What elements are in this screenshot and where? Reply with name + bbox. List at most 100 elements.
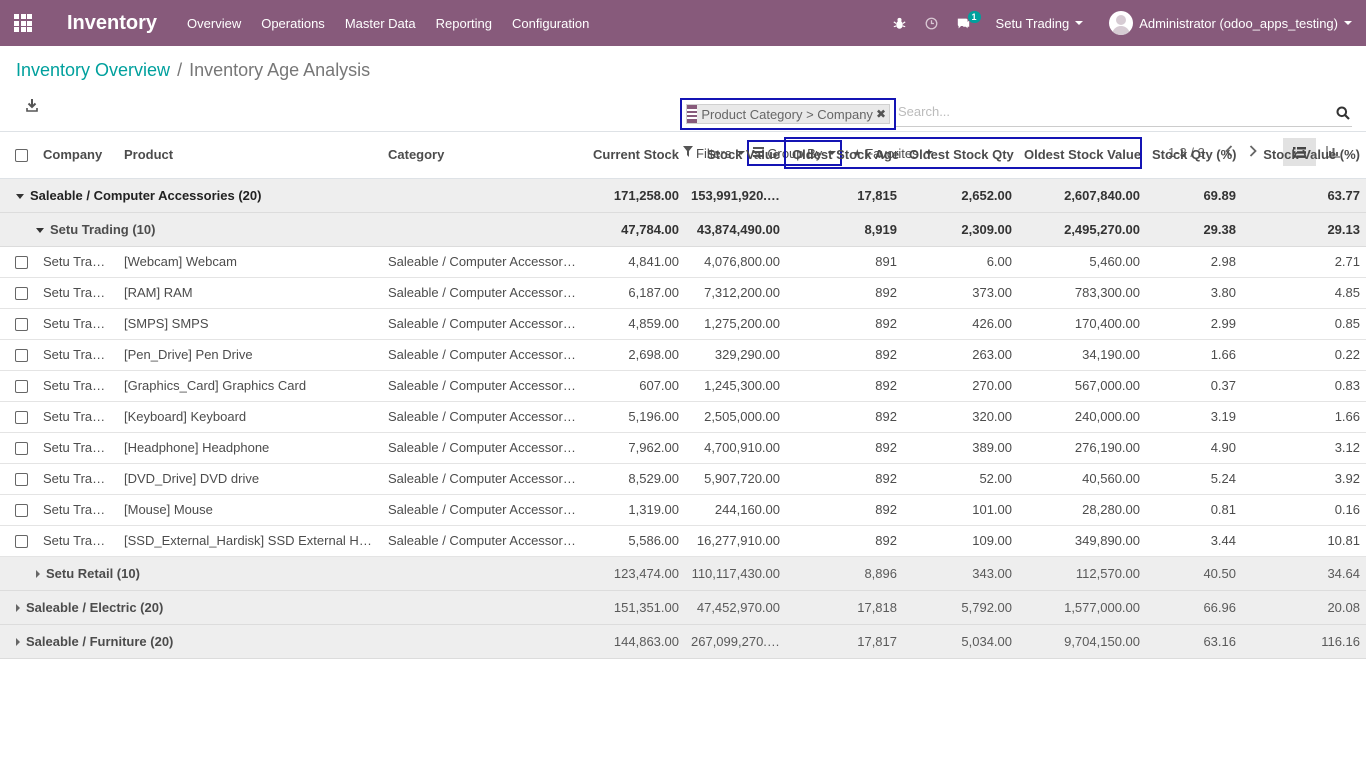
cell-current-stock: 1,319.00	[584, 494, 685, 526]
row-checkbox[interactable]	[15, 473, 28, 487]
subgroup-qty-pct: 40.50	[1146, 556, 1242, 591]
select-all-checkbox[interactable]	[15, 149, 28, 163]
group-row[interactable]: Saleable / Furniture (20) 144,863.00 267…	[0, 624, 1366, 659]
cell-product: [Mouse] Mouse	[118, 494, 382, 526]
breadcrumb-parent[interactable]: Inventory Overview	[16, 60, 170, 81]
table-row[interactable]: Setu Trading [SMPS] SMPS Saleable / Comput…	[0, 308, 1366, 340]
group-stock-value: 267,099,270.00	[685, 624, 786, 659]
cell-oldest-value: 349,890.00	[1018, 525, 1146, 557]
row-checkbox[interactable]	[15, 442, 28, 456]
cell-company: Setu Trading	[37, 246, 118, 278]
group-row[interactable]: Saleable / Electric (20) 151,351.00 47,4…	[0, 590, 1366, 625]
menu-master-data[interactable]: Master Data	[335, 16, 426, 31]
col-category[interactable]: Category	[382, 132, 584, 179]
row-checkbox[interactable]	[15, 411, 28, 425]
caret-down-icon	[1075, 21, 1084, 25]
row-checkbox[interactable]	[15, 535, 28, 549]
col-stock-value[interactable]: Stock Value	[685, 132, 786, 179]
bug-icon[interactable]	[884, 0, 916, 46]
search-underline	[895, 126, 1352, 127]
cell-qty-pct: 0.37	[1146, 370, 1242, 402]
close-icon[interactable]: ✖	[873, 107, 889, 121]
group-oldest-age: 17,818	[786, 590, 903, 625]
subgroup-label: Setu Trading (10)	[50, 221, 156, 237]
app-title[interactable]: Inventory	[67, 12, 157, 35]
cell-oldest-value: 276,190.00	[1018, 432, 1146, 464]
cell-company: Setu Trading	[37, 308, 118, 340]
cell-value-pct: 0.85	[1242, 308, 1366, 340]
cell-oldest-qty: 320.00	[903, 401, 1018, 433]
cell-qty-pct: 2.99	[1146, 308, 1242, 340]
search-input[interactable]	[898, 104, 1318, 119]
group-row[interactable]: Saleable / Computer Accessories (20) 171…	[0, 178, 1366, 213]
col-product[interactable]: Product	[118, 132, 382, 179]
search-facet[interactable]: Product Category > Company ✖	[686, 104, 890, 124]
group-label-cell: Saleable / Furniture (20)	[0, 624, 584, 659]
table-row[interactable]: Setu Trading [Pen_Drive] Pen Drive Saleabl…	[0, 339, 1366, 371]
table-row[interactable]: Setu Trading [Graphics_Card] Graphics Car…	[0, 370, 1366, 402]
row-select-cell	[0, 308, 37, 340]
subgroup-oldest-qty: 2,309.00	[903, 212, 1018, 247]
table-row[interactable]: Setu Trading [RAM] RAM Saleable / Computer…	[0, 277, 1366, 309]
cell-company: Setu Trading	[37, 401, 118, 433]
cell-value-pct: 10.81	[1242, 525, 1366, 557]
row-checkbox[interactable]	[15, 504, 28, 518]
col-current-stock[interactable]: Current Stock	[584, 132, 685, 179]
cell-stock-value: 244,160.00	[685, 494, 786, 526]
group-label-cell: Saleable / Electric (20)	[0, 590, 584, 625]
row-checkbox[interactable]	[15, 349, 28, 363]
cell-category: Saleable / Computer Accessories	[382, 370, 584, 402]
subgroup-row[interactable]: Setu Trading (10) 47,784.00 43,874,490.0…	[0, 212, 1366, 247]
cell-current-stock: 7,962.00	[584, 432, 685, 464]
cell-oldest-qty: 109.00	[903, 525, 1018, 557]
caret-down-icon	[36, 227, 44, 233]
row-checkbox[interactable]	[15, 318, 28, 332]
col-oldest-stock-value[interactable]: Oldest Stock Value	[1018, 132, 1146, 179]
user-menu[interactable]: Administrator (odoo_apps_testing)	[1097, 11, 1366, 35]
caret-right-icon	[16, 638, 20, 647]
table-header-row: Company Product Category Current Stock S…	[0, 132, 1366, 179]
cell-oldest-value: 28,280.00	[1018, 494, 1146, 526]
download-icon[interactable]	[26, 98, 38, 112]
col-stock-qty-pct[interactable]: Stock Qty (%)	[1146, 132, 1242, 179]
row-checkbox[interactable]	[15, 380, 28, 394]
table-row[interactable]: Setu Trading [Headphone] Headphone Saleabl…	[0, 432, 1366, 464]
caret-right-icon	[16, 604, 20, 613]
col-stock-value-pct[interactable]: Stock Value (%)	[1242, 132, 1366, 179]
cell-oldest-qty: 426.00	[903, 308, 1018, 340]
cell-value-pct: 3.92	[1242, 463, 1366, 495]
table-row[interactable]: Setu Trading [Keyboard] Keyboard Saleable …	[0, 401, 1366, 433]
table-row[interactable]: Setu Trading [SSD_External_Hardisk] SSD E…	[0, 525, 1366, 557]
row-checkbox[interactable]	[15, 287, 28, 301]
control-panel: Inventory Overview / Inventory Age Analy…	[0, 46, 1366, 166]
group-current-stock: 171,258.00	[584, 178, 685, 213]
table-row[interactable]: Setu Trading [Webcam] Webcam Saleable / Co…	[0, 246, 1366, 278]
row-select-cell	[0, 339, 37, 371]
table-row[interactable]: Setu Trading [Mouse] Mouse Saleable / Comp…	[0, 494, 1366, 526]
menu-overview[interactable]: Overview	[177, 16, 251, 31]
cell-oldest-qty: 270.00	[903, 370, 1018, 402]
row-checkbox[interactable]	[15, 256, 28, 270]
menu-reporting[interactable]: Reporting	[426, 16, 502, 31]
col-oldest-stock-qty[interactable]: Oldest Stock Qty	[903, 132, 1018, 179]
chat-icon[interactable]: 1	[948, 0, 981, 46]
menu-operations[interactable]: Operations	[251, 16, 335, 31]
facet-label: Product Category > Company	[701, 106, 873, 122]
table-row[interactable]: Setu Trading [DVD_Drive] DVD drive Saleabl…	[0, 463, 1366, 495]
company-switcher[interactable]: Setu Trading	[980, 16, 1098, 31]
cell-oldest-age: 892	[786, 339, 903, 371]
row-select-cell	[0, 463, 37, 495]
cell-category: Saleable / Computer Accessories	[382, 432, 584, 464]
cell-product: [SSD_External_Hardisk] SSD External Hard…	[118, 525, 382, 557]
clock-icon[interactable]	[916, 0, 948, 46]
search-icon[interactable]	[1336, 106, 1350, 120]
subgroup-row[interactable]: Setu Retail (10) 123,474.00 110,117,430.…	[0, 556, 1366, 591]
subgroup-current-stock: 47,784.00	[584, 212, 685, 247]
group-current-stock: 144,863.00	[584, 624, 685, 659]
menu-configuration[interactable]: Configuration	[502, 16, 599, 31]
col-company[interactable]: Company	[37, 132, 118, 179]
cell-oldest-age: 892	[786, 494, 903, 526]
col-oldest-stock-age[interactable]: Oldest Stock Age	[786, 132, 903, 179]
cell-qty-pct: 3.44	[1146, 525, 1242, 557]
apps-grid-icon[interactable]	[0, 0, 46, 46]
